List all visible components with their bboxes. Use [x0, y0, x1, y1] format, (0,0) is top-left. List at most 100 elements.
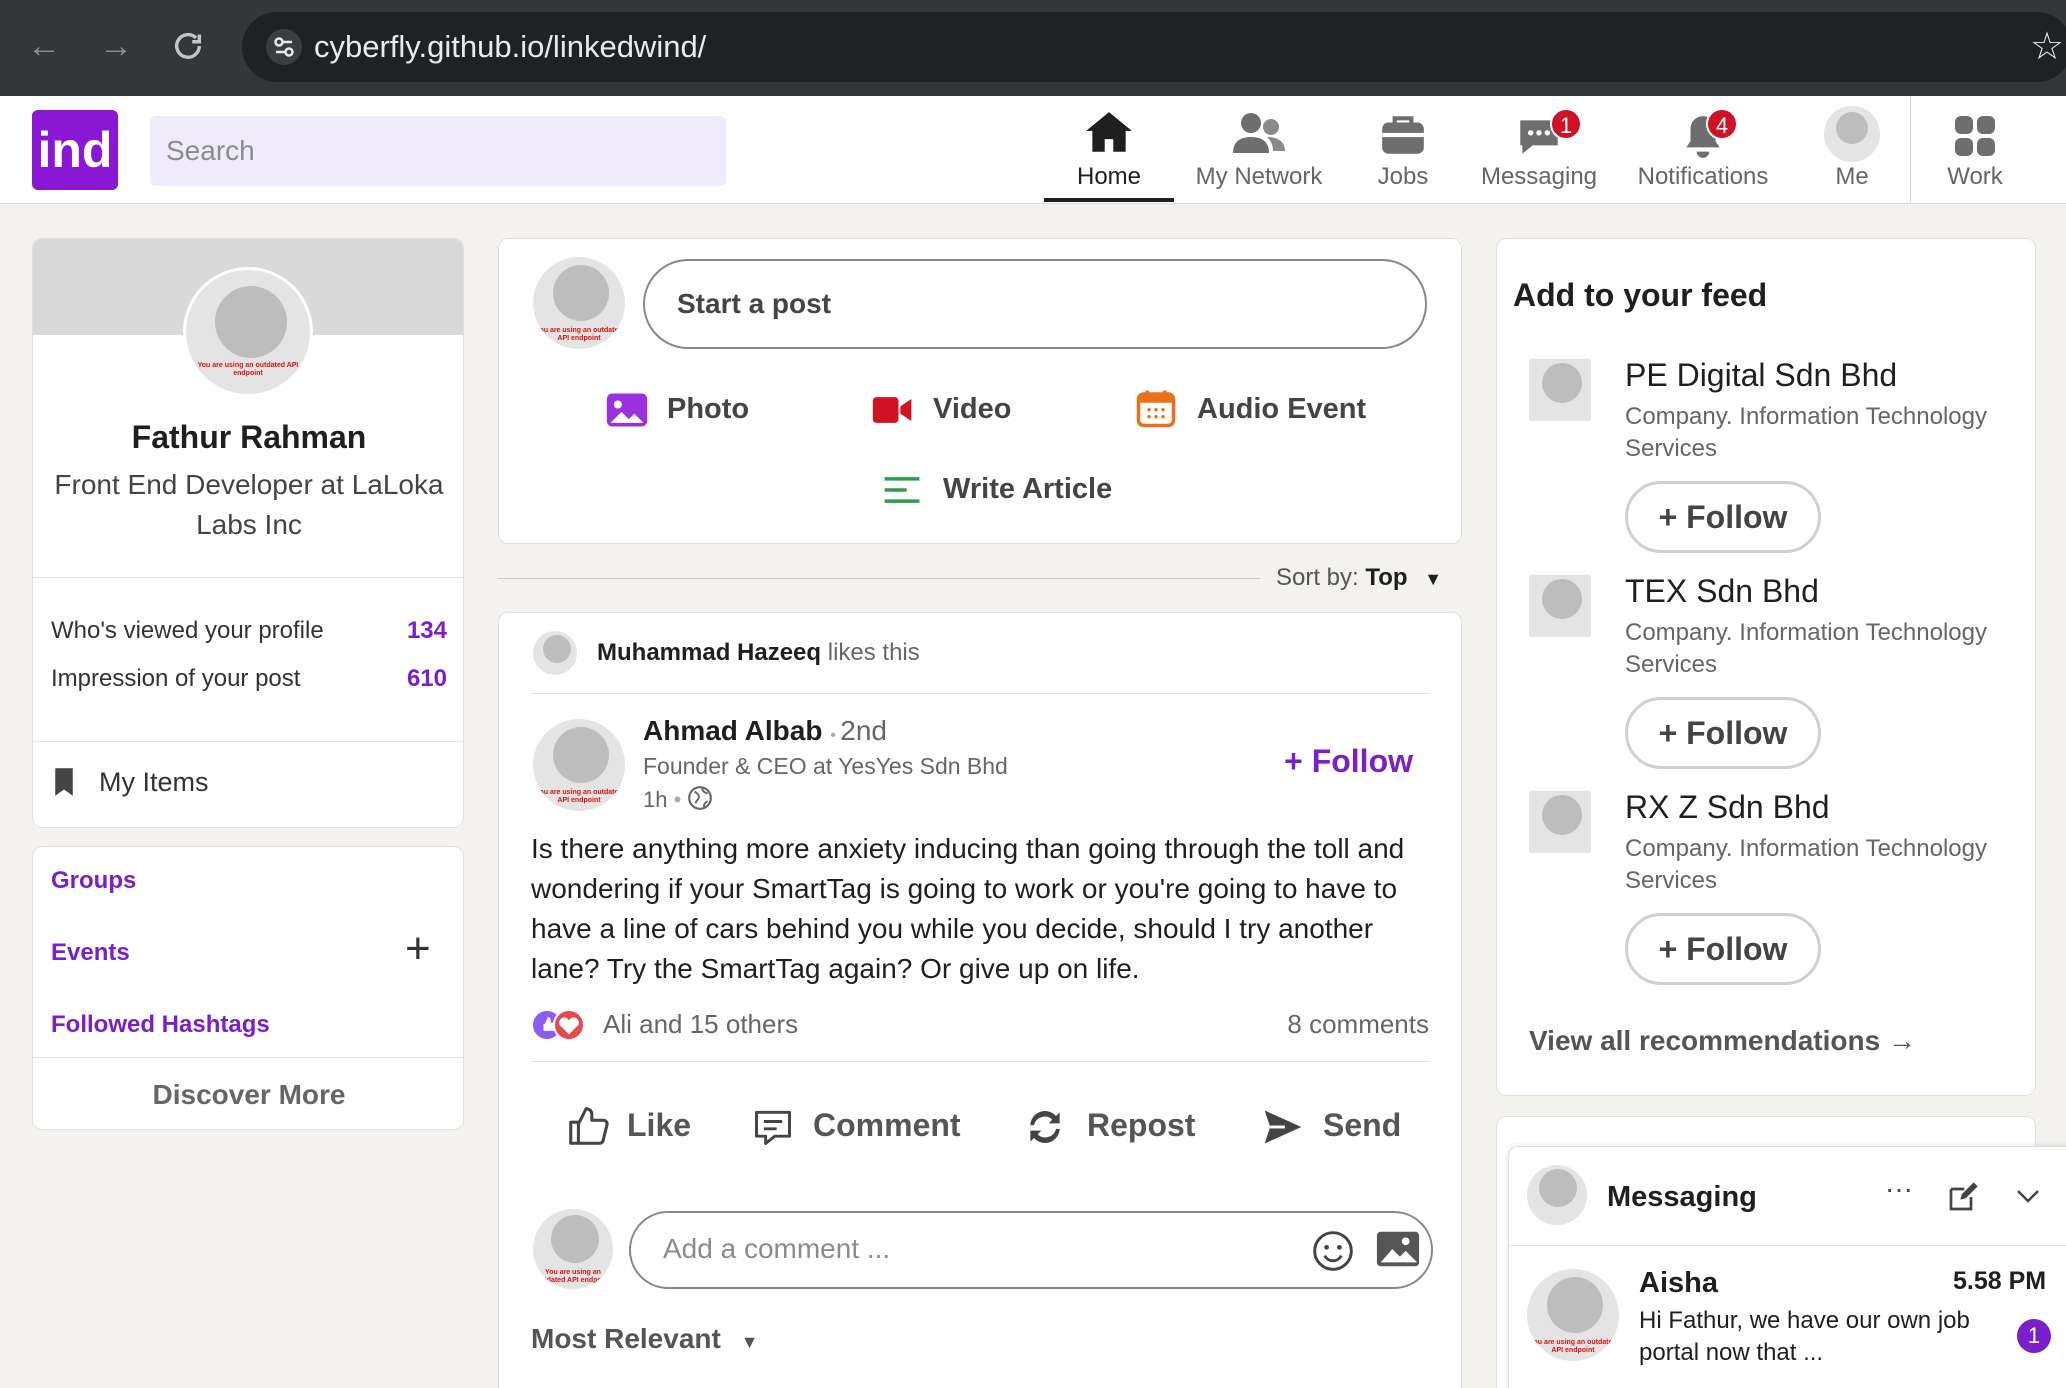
messaging-widget: Messaging ··· You are using an outdated …	[1508, 1146, 2066, 1388]
my-items-link[interactable]: My Items	[99, 767, 209, 798]
photo-button[interactable]: Photo	[605, 387, 785, 437]
nav-work[interactable]: Work	[1940, 106, 2010, 202]
like-button[interactable]: Like	[565, 1103, 705, 1153]
nav-my-network[interactable]: My Network	[1182, 106, 1336, 202]
nav-me[interactable]: Me	[1816, 106, 1888, 202]
nav-notifications[interactable]: 4 Notifications	[1630, 106, 1776, 202]
calendar-icon	[1136, 390, 1176, 428]
nav-label: Notifications	[1637, 163, 1769, 190]
globe-icon	[687, 785, 713, 817]
comment-sort[interactable]: Most Relevant ▼	[531, 1323, 758, 1355]
social-context: Muhammad Hazeeq likes this	[597, 639, 920, 666]
follow-author-button[interactable]: + Follow	[1284, 743, 1413, 780]
composer-avatar: You are using an outdated API endpoint	[531, 255, 627, 351]
post-card: Muhammad Hazeeq likes this You are using…	[498, 612, 1462, 1388]
search-input[interactable]	[150, 116, 726, 186]
follow-button[interactable]: + Follow	[1625, 697, 1821, 769]
divider	[498, 578, 1260, 579]
company-logo	[1527, 789, 1593, 855]
sidebar-links-card: Groups Events + Followed Hashtags Discov…	[32, 846, 464, 1130]
notifications-badge: 4	[1706, 108, 1738, 140]
comment-icon	[755, 1110, 791, 1145]
repost-button[interactable]: Repost	[1023, 1103, 1223, 1153]
author-title: Founder & CEO at YesYes Sdn Bhd	[643, 753, 1008, 779]
home-icon	[1044, 106, 1174, 162]
profile-name[interactable]: Fathur Rahman	[33, 419, 463, 456]
events-link[interactable]: Events	[51, 939, 130, 967]
emoji-icon[interactable]	[1311, 1229, 1355, 1273]
author-name[interactable]: Ahmad Albab	[643, 715, 822, 746]
bell-icon: 4	[1630, 106, 1776, 162]
profile-avatar[interactable]: You are using an outdated API endpoint	[183, 267, 313, 397]
nav-label: Jobs	[1377, 163, 1429, 190]
messaging-title[interactable]: Messaging	[1607, 1181, 1757, 1214]
repost-icon	[1030, 1111, 1060, 1143]
url-text: cyberfly.github.io/linkedwind/	[314, 29, 707, 64]
hashtags-link[interactable]: Followed Hashtags	[51, 1011, 270, 1039]
message-icon: 1	[1474, 106, 1604, 162]
stat-value: 610	[406, 665, 447, 692]
comment-button[interactable]: Comment	[751, 1103, 971, 1153]
stat-label[interactable]: Who's viewed your profile	[51, 617, 324, 645]
nav-jobs[interactable]: Jobs	[1362, 106, 1444, 202]
sort-control[interactable]: Sort by: Top ▼	[1276, 564, 1442, 592]
author-line: Ahmad Albab • 2nd	[643, 715, 887, 746]
chevron-down-icon[interactable]	[2013, 1181, 2047, 1215]
nav-messaging[interactable]: 1 Messaging	[1474, 106, 1604, 202]
add-event-icon[interactable]: +	[405, 927, 431, 971]
divider	[1910, 96, 1911, 204]
company-desc: Company. Information Technology Services	[1625, 619, 1987, 678]
nav-home[interactable]: Home	[1044, 106, 1174, 202]
conversation-avatar[interactable]: You are using an outdated API endpoint	[1525, 1267, 1621, 1363]
author-avatar[interactable]: You are using an outdated API endpoint	[531, 717, 627, 813]
video-button[interactable]: Video	[871, 387, 1051, 437]
bookmark-star-icon[interactable]: ☆	[2030, 24, 2064, 69]
reload-icon[interactable]	[168, 26, 208, 66]
messaging-badge: 1	[1550, 108, 1582, 140]
write-article-button[interactable]: Write Article	[883, 467, 1143, 517]
comment-count[interactable]: 8 comments	[1287, 1009, 1429, 1040]
nav-label: Home	[1076, 163, 1142, 190]
reaction-icons[interactable]	[531, 1009, 591, 1043]
feed-recommendations: Add to your feed PE Digital Sdn Bhd Comp…	[1496, 238, 2036, 1096]
photo-icon	[606, 393, 648, 427]
grid-icon	[1940, 106, 2010, 162]
send-button[interactable]: Send	[1261, 1103, 1421, 1153]
section-title: Add to your feed	[1513, 277, 1768, 313]
browser-chrome: ← → cyberfly.github.io/linkedwind/ ☆	[0, 0, 2066, 96]
company-name[interactable]: TEX Sdn Bhd	[1625, 573, 1819, 610]
follow-button[interactable]: + Follow	[1625, 913, 1821, 985]
company-desc: Company. Information Technology Services	[1625, 403, 1987, 462]
back-icon[interactable]: ←	[24, 26, 64, 66]
comment-input[interactable]: Add a comment ...	[629, 1211, 1433, 1289]
caret-down-icon: ▼	[740, 1332, 759, 1352]
groups-link[interactable]: Groups	[51, 867, 136, 895]
stat-label[interactable]: Impression of your post	[51, 665, 300, 693]
sort-label: Sort by:	[1276, 564, 1359, 591]
liker-name[interactable]: Muhammad Hazeeq	[597, 639, 821, 666]
company-name[interactable]: RX Z Sdn Bhd	[1625, 789, 1830, 826]
audio-event-button[interactable]: Audio Event	[1135, 387, 1395, 437]
site-info-icon[interactable]	[266, 29, 302, 65]
company-name[interactable]: PE Digital Sdn Bhd	[1625, 357, 1897, 394]
company-desc: Company. Information Technology Services	[1625, 835, 1987, 894]
love-reaction-icon	[553, 1009, 585, 1041]
follow-button[interactable]: + Follow	[1625, 481, 1821, 553]
conversation-time: 5.58 PM	[1953, 1267, 2047, 1295]
more-options-icon[interactable]: ···	[1885, 1173, 1913, 1205]
address-bar[interactable]: cyberfly.github.io/linkedwind/	[242, 12, 2066, 82]
unread-badge: 1	[2017, 1319, 2051, 1353]
reaction-count[interactable]: Ali and 15 others	[603, 1009, 798, 1040]
conversation-name[interactable]: Aisha	[1639, 1267, 1718, 1300]
compose-icon[interactable]	[1947, 1181, 1981, 1215]
company-logo	[1527, 357, 1593, 423]
view-all-recommendations-link[interactable]: View all recommendations →	[1529, 1025, 1916, 1057]
start-post-input[interactable]: Start a post	[643, 259, 1427, 349]
conversation-preview: Hi Fathur, we have our own job portal no…	[1639, 1307, 1970, 1366]
discover-more-button[interactable]: Discover More	[33, 1079, 463, 1111]
logo[interactable]: ind	[32, 110, 118, 190]
image-icon[interactable]	[1375, 1229, 1421, 1273]
briefcase-icon	[1362, 106, 1444, 162]
forward-icon[interactable]: →	[96, 26, 136, 66]
messaging-avatar	[1525, 1163, 1589, 1227]
